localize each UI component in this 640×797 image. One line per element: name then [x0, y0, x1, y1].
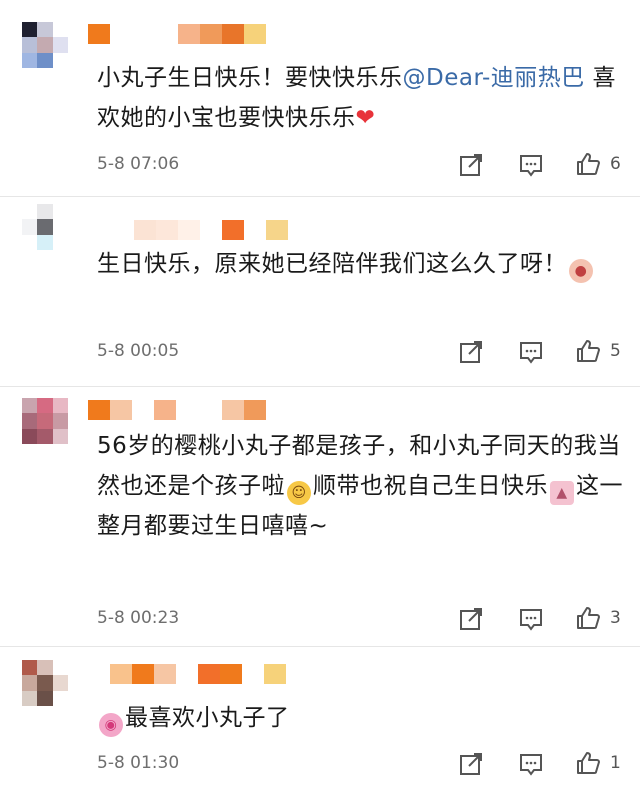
- comment-icon[interactable]: [518, 339, 544, 365]
- timestamp: 5-8 07:06: [97, 154, 180, 174]
- thumbs-up-icon[interactable]: [575, 338, 601, 364]
- comment-icon[interactable]: [518, 152, 544, 178]
- comment-item: 小丸子生日快乐！要快快乐乐@Dear-迪丽热巴 喜欢她的小宝也要快快乐乐❤ 5-…: [0, 0, 640, 196]
- mention-link[interactable]: @Dear-迪丽热巴: [403, 65, 585, 91]
- share-icon[interactable]: [458, 339, 484, 365]
- like-count: 1: [610, 753, 621, 773]
- comment-text: 56岁的樱桃小丸子都是孩子，和小丸子同天的我当然也还是个孩子啦 ☺ 顺带也祝自己生日…: [97, 433, 623, 539]
- share-icon[interactable]: [458, 606, 484, 632]
- comment-text: 生日快乐，原来她已经陪伴我们这么久了呀！ ●: [97, 244, 627, 284]
- username[interactable]: [110, 664, 286, 684]
- timestamp: 5-8 00:05: [97, 341, 180, 361]
- comment-icon[interactable]: [518, 606, 544, 632]
- avatar[interactable]: [22, 398, 68, 444]
- comment-item: 56岁的樱桃小丸子都是孩子，和小丸子同天的我当然也还是个孩子啦 ☺ 顺带也祝自己生日…: [0, 386, 640, 646]
- thumbs-up-icon[interactable]: [575, 151, 601, 177]
- share-icon[interactable]: [458, 152, 484, 178]
- like-count: 6: [610, 154, 621, 174]
- comment-text: ◉ 最喜欢小丸子了: [97, 698, 627, 738]
- comment-item: ◉ 最喜欢小丸子了 5-8 01:30 1: [0, 646, 640, 797]
- username[interactable]: [88, 400, 266, 420]
- username[interactable]: [134, 220, 288, 240]
- thumbs-up-icon[interactable]: [575, 750, 601, 776]
- heart-icon: ❤: [355, 105, 376, 131]
- timestamp: 5-8 01:30: [97, 753, 180, 773]
- comment-item: 生日快乐，原来她已经陪伴我们这么久了呀！ ● 5-8 00:05 5: [0, 196, 640, 386]
- avatar[interactable]: [22, 660, 68, 706]
- grinning-emoji-icon: ☺: [287, 481, 311, 505]
- username[interactable]: [88, 24, 266, 44]
- pig-emoji-icon: ●: [569, 259, 593, 283]
- share-icon[interactable]: [458, 751, 484, 777]
- cake-emoji-icon: ▲: [550, 481, 574, 505]
- lollipop-emoji-icon: ◉: [99, 713, 123, 737]
- comment-text: 小丸子生日快乐！要快快乐乐@Dear-迪丽热巴 喜欢她的小宝也要快快乐乐❤: [97, 65, 617, 131]
- timestamp: 5-8 00:23: [97, 608, 180, 628]
- comment-icon[interactable]: [518, 751, 544, 777]
- like-count: 3: [610, 608, 621, 628]
- avatar[interactable]: [22, 22, 68, 68]
- avatar[interactable]: [22, 204, 68, 250]
- like-count: 5: [610, 341, 621, 361]
- thumbs-up-icon[interactable]: [575, 605, 601, 631]
